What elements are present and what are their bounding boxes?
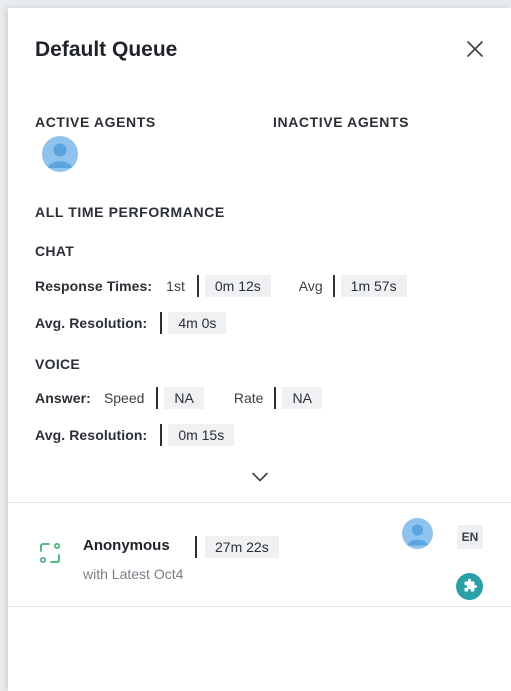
conversation-icon bbox=[39, 542, 60, 563]
agent-avatar[interactable] bbox=[42, 136, 78, 172]
chevron-down-icon[interactable] bbox=[252, 472, 268, 482]
speed-value: NA bbox=[164, 387, 204, 409]
response-times-label: Response Times: bbox=[35, 278, 153, 294]
chat-resolution-label: Avg. Resolution: bbox=[35, 315, 148, 331]
user-silhouette-icon bbox=[407, 524, 428, 546]
rate-value: NA bbox=[282, 387, 322, 409]
speed-label: Speed bbox=[103, 390, 145, 406]
chat-heading: CHAT bbox=[35, 243, 75, 259]
queue-details-panel: Default Queue ACTIVE AGENTS INACTIVE AGE… bbox=[8, 8, 511, 691]
avg-response-value: 1m 57s bbox=[340, 275, 407, 297]
divider-bar bbox=[274, 387, 277, 409]
section-divider bbox=[8, 606, 511, 607]
voice-heading: VOICE bbox=[35, 356, 81, 372]
divider-bar bbox=[160, 312, 163, 334]
voice-answer-row: Answer: Speed NA Rate NA bbox=[35, 387, 322, 409]
conversation-timer-value: 27m 22s bbox=[205, 536, 279, 558]
rate-label: Rate bbox=[233, 390, 264, 406]
voice-resolution-label: Avg. Resolution: bbox=[35, 427, 148, 443]
section-divider bbox=[8, 502, 511, 503]
close-icon[interactable] bbox=[466, 40, 484, 58]
voice-resolution-row: Avg. Resolution: 0m 15s bbox=[35, 424, 235, 446]
active-agents-label: ACTIVE AGENTS bbox=[35, 114, 156, 130]
conversation-customer-name[interactable]: Anonymous bbox=[83, 537, 170, 554]
inactive-agents-label: INACTIVE AGENTS bbox=[273, 114, 410, 130]
page-title: Default Queue bbox=[35, 38, 178, 61]
divider-bar bbox=[332, 275, 335, 297]
assigned-agent-avatar[interactable] bbox=[402, 518, 433, 549]
chat-resolution-value: 4m 0s bbox=[168, 312, 227, 334]
performance-heading: ALL TIME PERFORMANCE bbox=[35, 204, 225, 220]
language-badge: EN bbox=[457, 525, 483, 549]
divider-bar bbox=[195, 536, 197, 558]
first-response-value: 0m 12s bbox=[204, 275, 271, 297]
chat-resolution-row: Avg. Resolution: 4m 0s bbox=[35, 312, 227, 334]
divider-bar bbox=[160, 424, 163, 446]
user-silhouette-icon bbox=[48, 143, 72, 168]
voice-resolution-value: 0m 15s bbox=[168, 424, 235, 446]
chat-response-times-row: Response Times: 1st 0m 12s Avg 1m 57s bbox=[35, 275, 407, 297]
avg-response-label: Avg bbox=[298, 278, 323, 294]
conversation-subtitle: with Latest Oct4 bbox=[83, 566, 184, 582]
divider-bar bbox=[156, 387, 159, 409]
puzzle-piece-icon bbox=[464, 578, 477, 592]
divider-bar bbox=[196, 275, 199, 297]
first-response-label: 1st bbox=[166, 278, 185, 294]
conversation-timer: 27m 22s bbox=[195, 535, 279, 559]
puzzle-icon[interactable] bbox=[456, 573, 483, 600]
answer-label: Answer: bbox=[35, 390, 91, 406]
